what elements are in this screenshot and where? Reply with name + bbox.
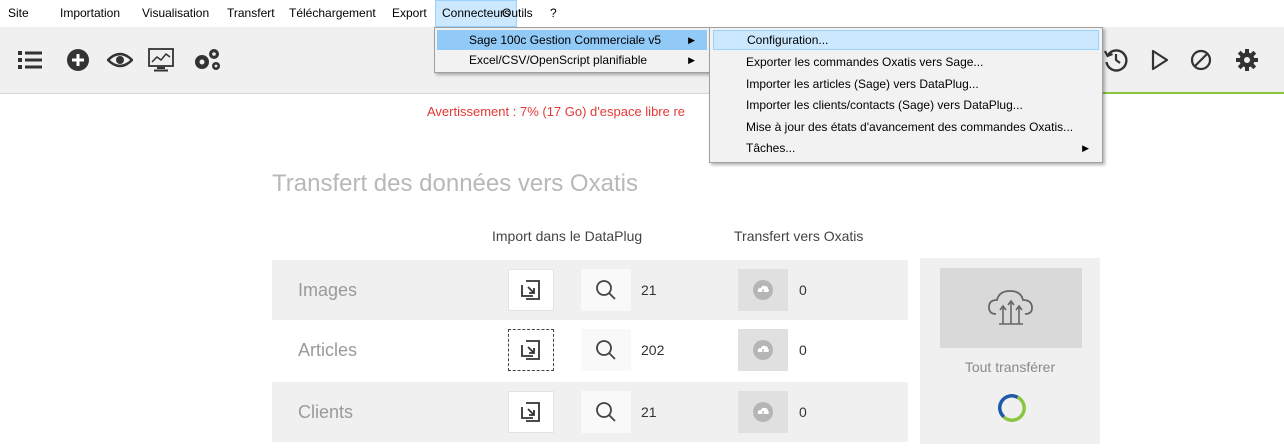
menu-help[interactable]: ?: [544, 0, 563, 27]
transfer-all-label: Tout transférer: [964, 359, 1056, 375]
menu-bar: Site Importation Visualisation Transfert…: [0, 0, 1284, 27]
cloud-upload-icon: [753, 402, 773, 422]
gear-icon[interactable]: [1232, 27, 1262, 93]
row-label: Images: [298, 280, 358, 300]
transfer-count: 0: [799, 282, 807, 298]
menu-outils[interactable]: Outils: [496, 0, 539, 27]
monitor-chart-icon[interactable]: [144, 27, 178, 93]
table-row: Images 21 0: [272, 260, 908, 320]
menu-item-import-articles[interactable]: Importer les articles (Sage) vers DataPl…: [713, 74, 1099, 94]
menu-export[interactable]: Export: [386, 0, 433, 27]
upload-button[interactable]: [738, 391, 788, 433]
menu-telechargement[interactable]: Téléchargement: [283, 0, 382, 27]
play-icon[interactable]: [1145, 27, 1175, 93]
menu-importation[interactable]: Importation: [54, 0, 126, 27]
menu-transfert[interactable]: Transfert: [221, 0, 281, 27]
gears-icon[interactable]: [190, 27, 224, 93]
menu-site[interactable]: Site: [2, 0, 35, 27]
import-count: 21: [641, 282, 657, 298]
search-button[interactable]: [581, 329, 631, 371]
sync-spinner-icon: [998, 394, 1026, 422]
menu-item-label: Excel/CSV/OpenScript planifiable: [469, 53, 648, 67]
menu-item-label: Tâches...: [746, 141, 796, 155]
submenu-arrow-icon: ▶: [1082, 143, 1089, 153]
page-title: Transfert des données vers Oxatis: [272, 170, 638, 197]
col-header-import: Import dans le DataPlug: [492, 228, 643, 244]
search-icon: [596, 402, 616, 422]
toolbar-accent-line: [1084, 92, 1284, 94]
import-count: 202: [641, 342, 665, 358]
eye-icon[interactable]: [104, 27, 136, 93]
transfer-all-panel: Tout transférer: [920, 258, 1100, 444]
transfer-count: 0: [799, 404, 807, 420]
import-button[interactable]: [508, 391, 554, 433]
import-arrow-icon: [521, 402, 540, 422]
menu-item-taches[interactable]: Tâches... ▶: [713, 138, 1099, 158]
menu-item-update-order-status[interactable]: Mise à jour des états d'avancement des c…: [713, 117, 1099, 137]
sage-submenu: Configuration... Exporter les commandes …: [709, 27, 1103, 163]
import-arrow-icon: [521, 280, 540, 300]
menu-item-label: Sage 100c Gestion Commerciale v5: [469, 33, 662, 47]
import-arrow-icon: [521, 340, 540, 360]
import-count: 21: [641, 404, 657, 420]
menu-item-export-orders[interactable]: Exporter les commandes Oxatis vers Sage.…: [713, 52, 1099, 72]
row-label: Articles: [298, 340, 358, 360]
table-row: Articles 202 0: [272, 320, 908, 380]
menu-item-import-clients[interactable]: Importer les clients/contacts (Sage) ver…: [713, 95, 1099, 115]
search-icon: [596, 340, 616, 360]
menu-item-configuration[interactable]: Configuration...: [713, 30, 1099, 50]
list-icon[interactable]: [14, 27, 46, 93]
table-row: Clients 21 0: [272, 382, 908, 442]
menu-visualisation[interactable]: Visualisation: [136, 0, 215, 27]
menu-item-excel-csv[interactable]: Excel/CSV/OpenScript planifiable ▶: [437, 50, 707, 70]
upload-button[interactable]: [738, 269, 788, 311]
cancel-icon[interactable]: [1186, 27, 1216, 93]
submenu-arrow-icon: ▶: [688, 35, 695, 45]
search-icon: [596, 280, 616, 300]
disk-space-warning: Avertissement : 7% (17 Go) d'espace libr…: [427, 104, 686, 119]
col-header-transfer: Transfert vers Oxatis: [734, 228, 864, 244]
cloud-upload-network-icon: [988, 290, 1033, 325]
import-button[interactable]: [508, 269, 554, 311]
upload-button[interactable]: [738, 329, 788, 371]
menu-item-sage-100c[interactable]: Sage 100c Gestion Commerciale v5 ▶: [437, 30, 707, 50]
submenu-arrow-icon: ▶: [688, 55, 695, 65]
connecteurs-menu: Sage 100c Gestion Commerciale v5 ▶ Excel…: [434, 27, 710, 73]
cloud-upload-icon: [753, 280, 773, 300]
transfer-all-button[interactable]: [940, 268, 1082, 348]
add-circle-icon[interactable]: [62, 27, 94, 93]
transfer-count: 0: [799, 342, 807, 358]
history-icon[interactable]: [1098, 27, 1134, 93]
search-button[interactable]: [581, 391, 631, 433]
cloud-upload-icon: [753, 340, 773, 360]
import-button[interactable]: [508, 329, 554, 371]
row-label: Clients: [298, 402, 354, 422]
search-button[interactable]: [581, 269, 631, 311]
